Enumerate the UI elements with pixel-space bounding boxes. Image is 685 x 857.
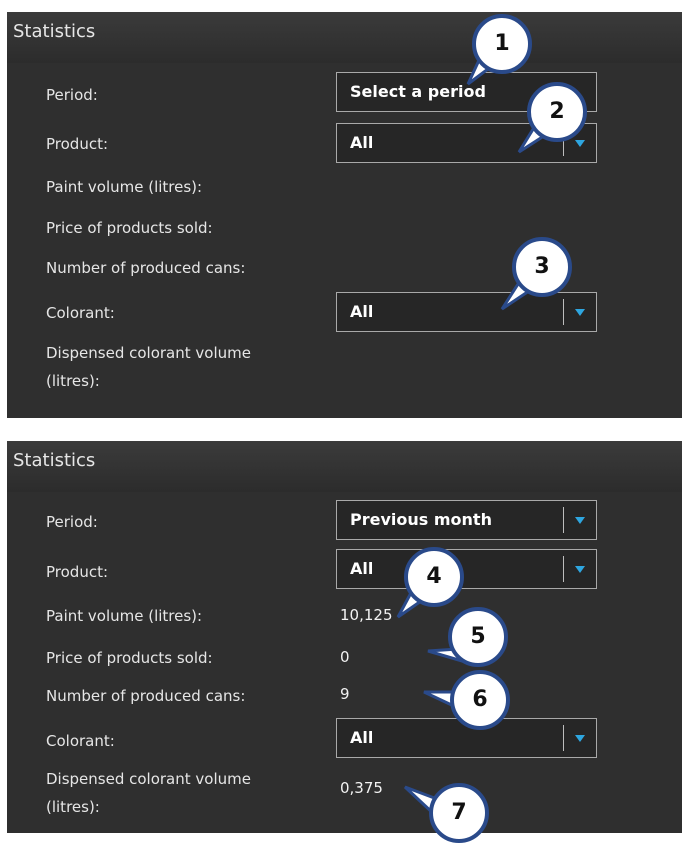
dispensed-value: 0,375 — [340, 779, 383, 797]
produced-cans-value: 9 — [340, 685, 350, 703]
panel-titlebar: Statistics — [7, 441, 682, 492]
chevron-down-icon[interactable] — [575, 517, 585, 524]
period-select[interactable]: Previous month — [336, 500, 597, 540]
callout-number: 5 — [470, 624, 486, 649]
callout-4: 4 — [396, 545, 466, 619]
callout-number: 6 — [472, 687, 488, 712]
chevron-down-icon[interactable] — [575, 309, 585, 316]
chevron-down-icon[interactable] — [575, 735, 585, 742]
dispensed-label-line1: Dispensed colorant volume — [46, 344, 251, 362]
callout-6: 6 — [423, 668, 512, 732]
period-label: Period: — [46, 513, 98, 531]
produced-cans-label: Number of produced cans: — [46, 687, 246, 705]
price-sold-value: 0 — [340, 648, 350, 666]
chevron-down-icon[interactable] — [575, 566, 585, 573]
statistics-panel-empty: Statistics Period: Product: Paint volume… — [7, 12, 682, 418]
callout-number: 3 — [534, 254, 550, 279]
select-divider — [563, 507, 564, 533]
panel-titlebar: Statistics — [7, 12, 682, 63]
product-label: Product: — [46, 563, 109, 581]
colorant-label: Colorant: — [46, 304, 115, 322]
price-sold-label: Price of products sold: — [46, 219, 213, 237]
period-select-value: Previous month — [350, 510, 492, 529]
statistics-panel-filled: Statistics Period: Product: Paint volume… — [7, 441, 682, 833]
paint-volume-label: Paint volume (litres): — [46, 607, 203, 625]
paint-volume-label: Paint volume (litres): — [46, 178, 203, 196]
select-divider — [563, 556, 564, 582]
colorant-label: Colorant: — [46, 732, 115, 750]
callout-number: 1 — [494, 31, 510, 56]
period-label: Period: — [46, 86, 98, 104]
callout-5: 5 — [427, 605, 510, 669]
produced-cans-label: Number of produced cans: — [46, 259, 246, 277]
callout-2: 2 — [517, 80, 589, 154]
product-label: Product: — [46, 135, 109, 153]
callout-number: 2 — [549, 99, 565, 124]
price-sold-label: Price of products sold: — [46, 649, 213, 667]
dispensed-label-line1: Dispensed colorant volume — [46, 770, 251, 788]
callout-3: 3 — [500, 235, 574, 311]
colorant-select-value: All — [350, 728, 374, 747]
period-select-value: Select a period — [350, 82, 486, 101]
paint-volume-value: 10,125 — [340, 606, 393, 624]
panel-title: Statistics — [13, 450, 96, 471]
panel-title: Statistics — [13, 21, 96, 42]
product-select[interactable]: All — [336, 549, 597, 589]
callout-7: 7 — [403, 781, 491, 845]
callout-number: 7 — [451, 800, 467, 825]
dispensed-label-line2: (litres): — [46, 372, 100, 390]
callout-1: 1 — [466, 12, 534, 86]
product-select-value: All — [350, 559, 374, 578]
select-divider — [563, 725, 564, 751]
callout-number: 4 — [426, 564, 442, 589]
dispensed-label-line2: (litres): — [46, 798, 100, 816]
select-divider — [563, 299, 564, 325]
product-select-value: All — [350, 133, 374, 152]
colorant-select-value: All — [350, 302, 374, 321]
